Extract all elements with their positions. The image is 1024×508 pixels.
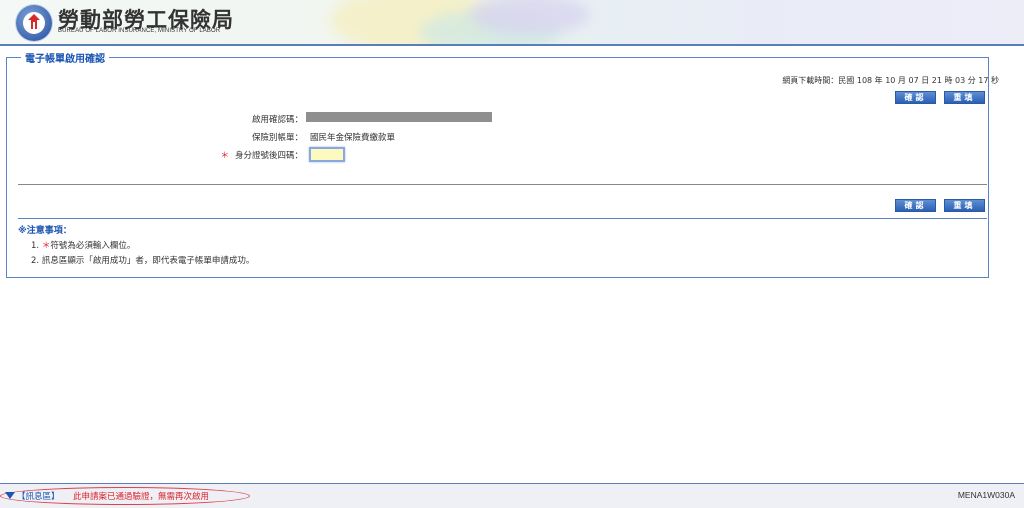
message-area-footer: 【訊息區】 此申請案已通過驗證，無需再次啟用 MENA1W030A	[0, 483, 1024, 508]
activation-form-panel: 電子帳單啟用確認 網頁下載時間：民國 108 年 10 月 07 日 21 時 …	[6, 50, 999, 278]
bill-type-value: 國民年金保險費繳款單	[310, 133, 396, 143]
notes-divider	[18, 218, 987, 219]
download-timestamp: 網頁下載時間：民國 108 年 10 月 07 日 21 時 03 分 17 秒	[782, 76, 999, 85]
bill-type-label: 保險別帳單：	[251, 133, 303, 143]
page-code: MENA1W030A	[957, 490, 1015, 500]
reset-button-bottom[interactable]: 重填	[944, 199, 985, 212]
form-divider	[18, 184, 987, 185]
site-header: 勞動部勞工保險局 BUREAU OF LABOR INSURANCE, MINI…	[0, 0, 1024, 44]
status-message: 此申請案已通過驗證，無需再次啟用	[73, 492, 210, 502]
header-divider	[0, 44, 1024, 46]
activation-code-masked-value	[306, 112, 492, 122]
id-last4-label-row: ＊ 身分證號後四碼：	[163, 149, 303, 161]
confirm-button[interactable]: 確認	[895, 91, 936, 104]
id-last4-label: 身分證號後四碼：	[234, 151, 303, 161]
required-mark: ＊	[220, 151, 229, 161]
note-item: 1. ＊符號為必須輸入欄位。	[31, 241, 136, 251]
reset-button[interactable]: 重填	[944, 91, 985, 104]
confirm-button-bottom[interactable]: 確認	[895, 199, 936, 212]
notes-title: ※注意事項：	[18, 226, 72, 236]
org-name-en: BUREAU OF LABOR INSURANCE, MINISTRY OF L…	[58, 28, 221, 34]
message-area-label[interactable]: 【訊息區】	[17, 490, 60, 502]
form-title: 電子帳單啟用確認	[21, 50, 109, 65]
collapse-triangle-icon[interactable]	[5, 492, 15, 499]
activation-code-label: 啟用確認碼：	[251, 115, 303, 125]
note-item: 2. 訊息區顯示「啟用成功」者，即代表電子帳單申請成功。	[31, 256, 255, 266]
bli-logo-icon	[16, 5, 52, 41]
id-last4-input[interactable]	[309, 147, 345, 162]
